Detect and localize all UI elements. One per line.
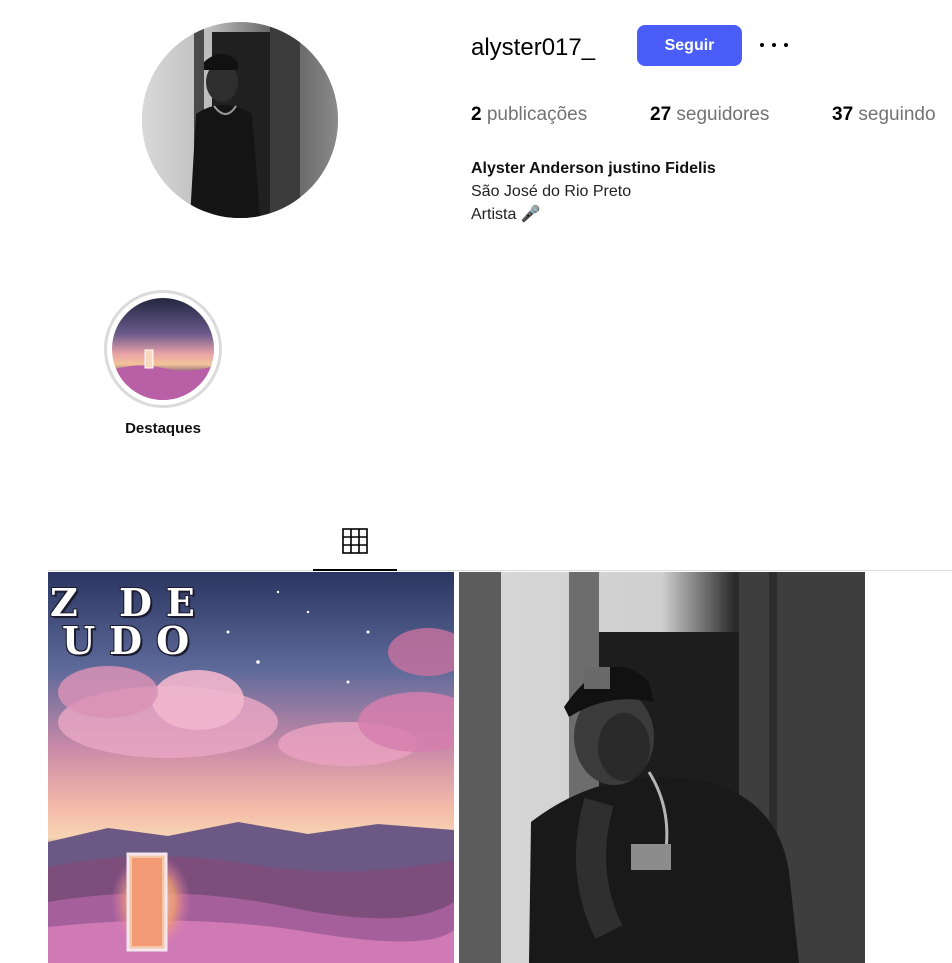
active-tab-indicator [313,569,397,571]
highlight-label: Destaques [125,420,201,437]
post-thumbnail[interactable] [459,572,865,963]
following-count-value: 37 [832,104,854,125]
post-image [459,572,865,963]
profile-avatar[interactable] [142,22,338,218]
followers-count-value: 27 [650,104,672,125]
following-count-label: seguindo [858,104,936,125]
bio-occupation: Artista 🎤 [471,206,541,223]
profile-bio: Alyster Anderson justino Fidelis São Jos… [471,157,716,226]
followers-count-label: seguidores [676,104,770,125]
post-thumbnail[interactable]: Z DE UDO [48,572,454,963]
posts-count-value: 2 [471,104,482,125]
story-highlight[interactable] [104,290,222,408]
bio-location: São José do Rio Preto [471,183,632,200]
tab-divider [48,570,952,571]
bio-full-name: Alyster Anderson justino Fidelis [471,160,716,177]
posts-count: 2 publicações [471,104,587,126]
avatar-photo [142,22,338,218]
ellipsis-icon[interactable] [758,34,790,56]
following-link[interactable]: 37 seguindo [832,104,936,126]
tab-posts-grid[interactable] [313,522,397,571]
profile-username: alyster017_ [471,34,596,61]
highlight-cover [112,298,214,400]
follow-button[interactable]: Seguir [637,25,742,66]
grid-icon [342,528,368,554]
posts-count-label: publicações [486,104,588,125]
profile-page: alyster017_ Seguir 2 publicações 27 segu… [0,0,952,963]
cover-title-line-2: UDO [62,618,204,663]
followers-link[interactable]: 27 seguidores [650,104,769,126]
